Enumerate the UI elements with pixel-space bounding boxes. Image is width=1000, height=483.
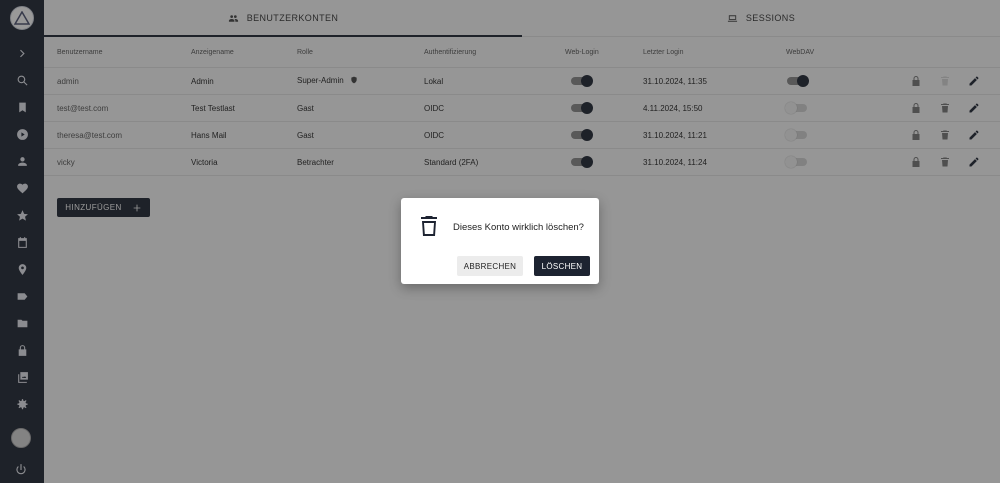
delete-confirm-dialog: Dieses Konto wirklich löschen? ABBRECHEN… xyxy=(401,198,599,284)
trash-icon xyxy=(417,214,441,238)
cancel-button[interactable]: ABBRECHEN xyxy=(457,256,523,276)
confirm-delete-button[interactable]: LÖSCHEN xyxy=(534,256,590,276)
dialog-message: Dieses Konto wirklich löschen? xyxy=(453,222,584,233)
